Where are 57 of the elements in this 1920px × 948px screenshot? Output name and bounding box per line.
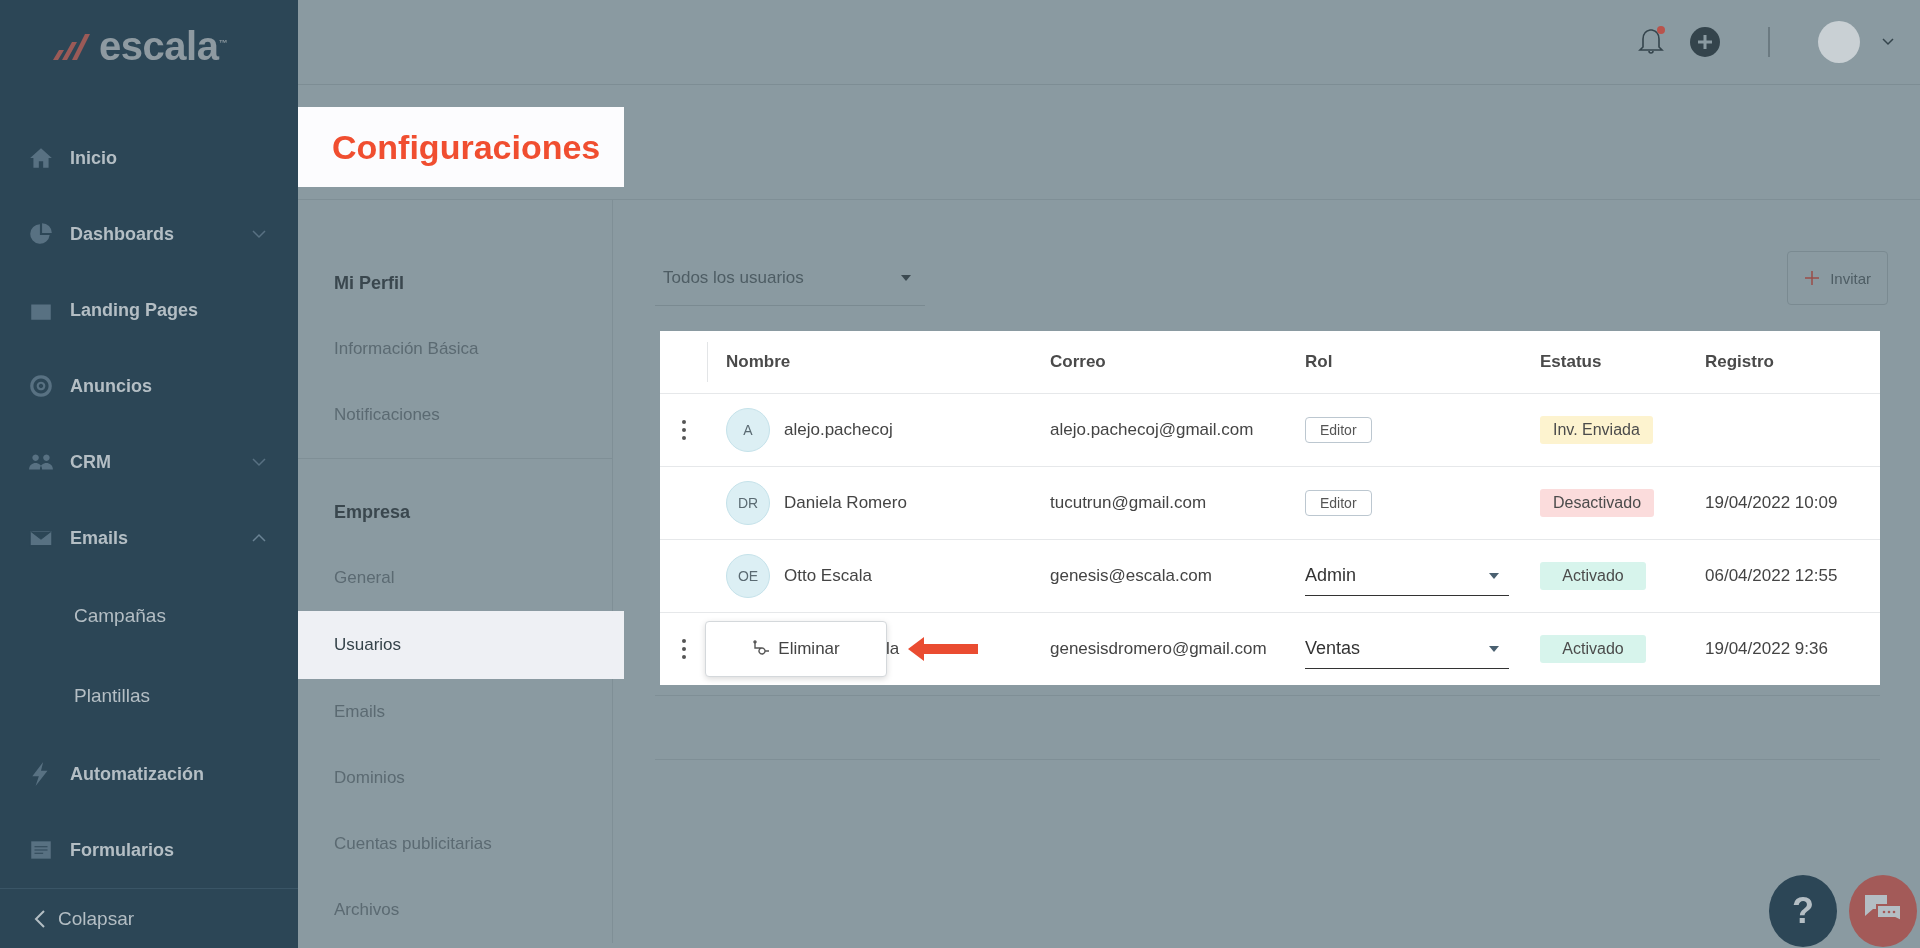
sidebar-item[interactable]: Landing Pages <box>0 272 298 348</box>
status-badge: Activado <box>1540 562 1646 590</box>
target-icon <box>28 373 54 399</box>
sidebar-subitem[interactable]: Plantillas <box>0 656 298 736</box>
status-badge: Desactivado <box>1540 489 1655 517</box>
user-email: genesisdromero@gmail.com <box>1050 639 1267 659</box>
sidebar-item[interactable]: Emails <box>0 500 298 576</box>
delete-menu-item[interactable]: Eliminar <box>752 639 840 659</box>
role-dropdown[interactable]: Admin <box>1305 556 1509 596</box>
sidebar-item[interactable]: Inicio <box>0 120 298 196</box>
role-tag: Editor <box>1305 417 1372 443</box>
user-initials-avatar: DR <box>726 481 770 525</box>
user-email: tucutrun@gmail.com <box>1050 493 1207 513</box>
column-header: Nombre <box>725 351 792 373</box>
user-name: Daniela Romero <box>784 493 907 513</box>
help-button[interactable]: ? <box>1769 875 1837 947</box>
registration-date: 06/04/2022 12:55 <box>1705 566 1838 586</box>
pie-chart-icon <box>28 221 54 247</box>
sidebar-item[interactable]: CRM <box>0 424 298 500</box>
settings-nav-item[interactable]: Usuarios <box>298 611 624 679</box>
more-icon[interactable] <box>681 638 687 660</box>
add-icon[interactable] <box>1690 27 1720 57</box>
caret-icon <box>1489 645 1499 652</box>
caret-icon <box>1489 572 1499 579</box>
role-tag: Editor <box>1305 490 1372 516</box>
registration-date: 19/04/2022 10:09 <box>1705 493 1838 513</box>
role-dropdown[interactable]: Ventas <box>1305 629 1509 669</box>
user-email: alejo.pachecoj@gmail.com <box>1050 420 1254 440</box>
sidebar-item[interactable]: Formularios <box>0 812 298 888</box>
more-icon[interactable] <box>681 419 687 441</box>
status-badge: Inv. Enviada <box>1540 416 1653 444</box>
user-initials-avatar: OE <box>726 554 770 598</box>
pointer-arrow <box>908 636 978 662</box>
plus-icon <box>1804 270 1821 286</box>
sidebar-item[interactable]: Dashboards <box>0 196 298 272</box>
user-initials-avatar: A <box>726 408 770 452</box>
sidebar-subitem[interactable]: Campañas <box>0 576 298 656</box>
user-name: alejo.pachecoj <box>784 420 893 440</box>
section-heading: Mi Perfil <box>333 271 405 295</box>
column-header: Registro <box>1705 351 1775 373</box>
chevron-icon[interactable] <box>1882 38 1894 46</box>
logo-text: escala$^{™}$ <box>99 23 227 69</box>
sidebar-item[interactable]: Automatización <box>0 736 298 812</box>
status-badge: Activado <box>1540 635 1646 663</box>
section-heading: Empresa <box>333 500 412 524</box>
column-header: Estatus <box>1540 351 1603 373</box>
page-title: Configuraciones <box>298 107 624 187</box>
column-header: Correo <box>1050 351 1107 373</box>
column-header: Rol <box>1305 351 1334 373</box>
sidebar-item[interactable]: Anuncios <box>0 348 298 424</box>
chevron-left-icon <box>34 909 46 929</box>
user-avatar[interactable] <box>1818 21 1860 63</box>
caret-icon <box>901 274 911 281</box>
user-email: genesis@escala.com <box>1050 566 1212 586</box>
user-name: Otto Escala <box>784 566 872 586</box>
registration-date: 19/04/2022 9:36 <box>1705 639 1828 659</box>
user-name: la <box>886 639 900 659</box>
